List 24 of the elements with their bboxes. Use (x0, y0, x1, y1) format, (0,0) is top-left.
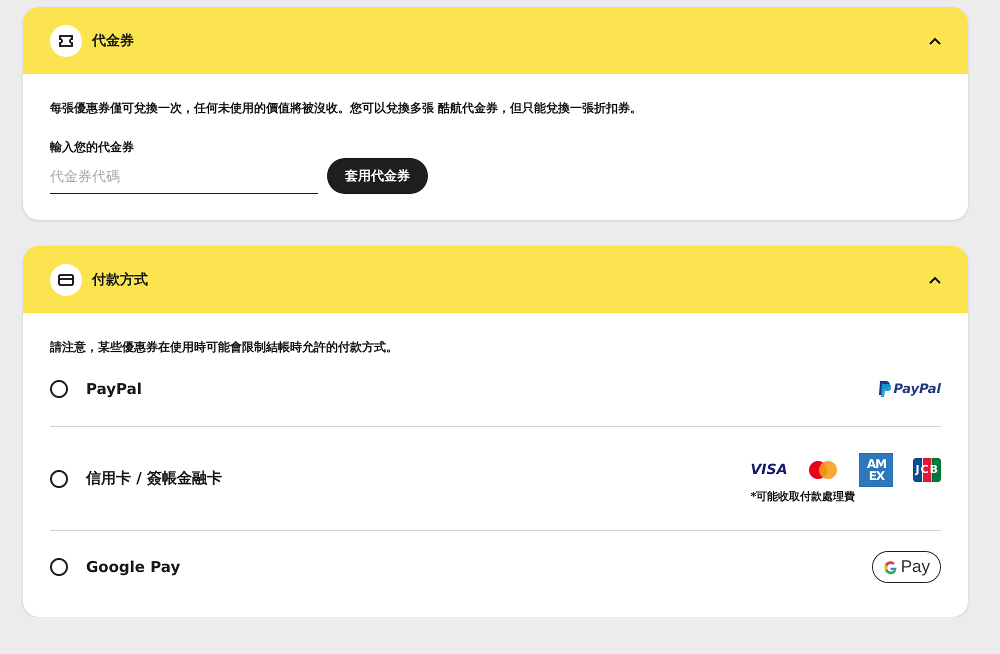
payment-method-label[interactable]: PayPal (86, 380, 878, 398)
radio-button[interactable] (50, 380, 68, 398)
payment-method-label[interactable]: Google Pay (86, 558, 872, 576)
radio-button[interactable] (50, 558, 68, 576)
fee-note: *可能收取付款處理費 (750, 489, 856, 504)
visa-logo: VISA (750, 462, 788, 478)
google-pay-logo: Pay (872, 551, 941, 583)
mastercard-logo (807, 460, 840, 480)
chevron-up-icon[interactable] (929, 36, 941, 44)
radio-button[interactable] (50, 470, 68, 488)
chevron-up-icon[interactable] (929, 276, 941, 284)
section-header[interactable]: 代金券 (23, 7, 968, 74)
section-header[interactable]: 付款方式 (23, 246, 968, 313)
apply-voucher-button[interactable]: 套用代金券 (327, 158, 428, 194)
paypal-logo: PayPal (878, 381, 941, 397)
info-text: 請注意，某些優惠券在使用時可能會限制結帳時允許的付款方式。 (50, 339, 399, 356)
section-title: 代金券 (92, 32, 135, 50)
payment-method-label[interactable]: 信用卡 / 簽帳金融卡 (86, 469, 750, 488)
credit-card-icon (50, 264, 82, 296)
field-label: 輸入您的代金券 (50, 139, 134, 156)
amex-logo: AM EX (859, 453, 894, 487)
section-title: 付款方式 (92, 270, 149, 288)
ticket-icon (50, 24, 82, 56)
info-text: 每張優惠券僅可兌換一次，任何未使用的價值將被沒收。您可以兌換多張 酷航代金券，但只能兌換一張折扣券。 (50, 100, 644, 117)
